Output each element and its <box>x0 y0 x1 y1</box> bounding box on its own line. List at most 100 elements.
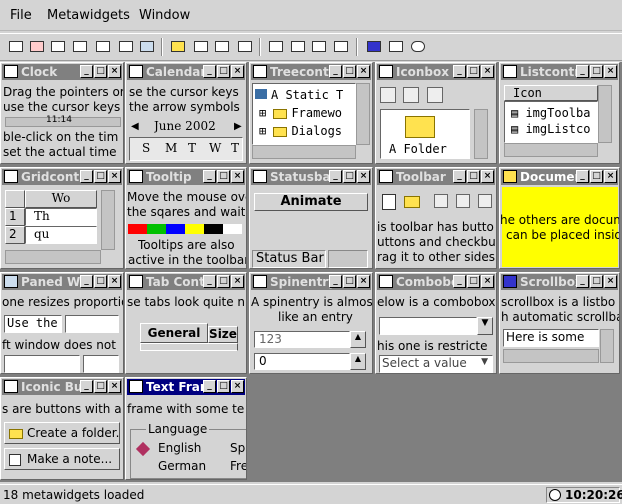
tree-horizontal-scrollbar[interactable] <box>252 145 356 159</box>
toolbar-tooltip-icon[interactable] <box>29 39 45 54</box>
iconic-button-titlebar[interactable]: Iconic Bu _ □ × <box>2 379 122 395</box>
close-button[interactable]: × <box>231 65 244 78</box>
toolbar-iconic-button-icon[interactable] <box>237 39 253 54</box>
close-button[interactable]: × <box>357 65 370 78</box>
iconbox-scrollbar[interactable] <box>474 109 488 159</box>
close-button[interactable]: × <box>108 275 121 288</box>
minimize-button[interactable]: _ <box>203 275 216 288</box>
toolbar-spinentry-icon[interactable] <box>95 39 111 54</box>
close-button[interactable]: × <box>357 170 370 183</box>
tree-item[interactable]: ⊞ Framewo <box>259 106 342 120</box>
iconbox-window[interactable]: Iconbox _ □ × A Folder <box>375 62 497 164</box>
toggle-icon[interactable] <box>456 194 470 208</box>
iconbox-view[interactable]: A Folder <box>380 109 470 159</box>
grid-cell[interactable]: qu <box>25 226 97 244</box>
tree-item[interactable]: ⊞ Dialogs <box>259 124 342 138</box>
statusbar-window[interactable]: Statusba _ □ × Animate Status Bar <box>249 167 373 269</box>
close-button[interactable]: × <box>231 380 244 393</box>
tabcontrol-titlebar[interactable]: Tab Conti _ □ × <box>127 274 245 290</box>
listcontrol-window[interactable]: Listcontro _ □ × Icon ▤ imgToolba ▤ imgL… <box>499 62 620 164</box>
listcontrol-titlebar[interactable]: Listcontro _ □ × <box>501 64 618 80</box>
maximize-button[interactable]: □ <box>590 65 603 78</box>
tooltip-color-square[interactable] <box>147 224 166 234</box>
paned-window[interactable]: Paned Wi _ □ × one resizes proportio Use… <box>0 272 124 374</box>
toolbar-toolbar-widget-icon[interactable] <box>388 39 404 54</box>
close-button[interactable]: × <box>604 275 617 288</box>
grid-column-header[interactable]: Wo <box>25 190 97 208</box>
combobox-window[interactable]: Combobo _ □ × elow is a combobox ▼ his o… <box>375 272 497 374</box>
left-pane-field[interactable] <box>4 355 80 373</box>
maximize-button[interactable]: □ <box>590 170 603 183</box>
new-document-icon[interactable] <box>382 194 396 210</box>
treecontrol-titlebar[interactable]: Treecontr _ □ × <box>251 64 371 80</box>
maximize-button[interactable]: □ <box>217 65 230 78</box>
tooltip-color-square[interactable] <box>204 224 223 234</box>
tree-vertical-scrollbar[interactable] <box>356 83 370 145</box>
open-folder-icon[interactable] <box>404 196 420 208</box>
maximize-button[interactable]: □ <box>217 275 230 288</box>
scrollbox-vertical-scrollbar[interactable] <box>600 329 614 363</box>
paned-titlebar[interactable]: Paned Wi _ □ × <box>2 274 122 290</box>
maximize-button[interactable]: □ <box>94 380 107 393</box>
tooltip-color-square[interactable] <box>223 224 242 234</box>
close-button[interactable]: × <box>108 170 121 183</box>
list-item[interactable]: ▤ imgListco <box>511 122 590 136</box>
list-horizontal-scrollbar[interactable] <box>504 143 598 157</box>
toolbar-statusbar-icon[interactable] <box>50 39 66 54</box>
minimize-button[interactable]: _ <box>203 380 216 393</box>
maximize-button[interactable]: □ <box>467 275 480 288</box>
close-button[interactable]: × <box>357 275 370 288</box>
combobox-field[interactable] <box>379 317 477 335</box>
tooltip-color-square[interactable] <box>166 224 185 234</box>
close-button[interactable]: × <box>108 380 121 393</box>
toolbar-combobox-icon[interactable] <box>72 39 88 54</box>
large-icons-view-icon[interactable] <box>380 87 396 103</box>
radio-option-german[interactable]: German <box>158 459 206 473</box>
toolbar-demo-window[interactable]: Toolbar _ □ × is toolbar has butto utton… <box>375 167 497 269</box>
tree-root-item[interactable]: A Static T <box>255 88 343 102</box>
menu-metawidgets[interactable]: Metawidgets <box>47 8 130 23</box>
toolbar-textframe-icon[interactable] <box>214 39 230 54</box>
calendar-titlebar[interactable]: Calendar _ □ × <box>127 64 245 80</box>
toggle-icon[interactable] <box>478 194 492 208</box>
tab-general[interactable]: General <box>140 323 208 343</box>
spinentry-field[interactable]: 123 <box>254 331 350 348</box>
spin-updown-icon[interactable]: ▲ <box>350 353 366 370</box>
restricted-combobox[interactable]: Select a value ▼ <box>379 355 493 373</box>
right-pane-field[interactable] <box>83 355 119 373</box>
toolbar-treecontrol-icon[interactable] <box>311 39 327 54</box>
list-item[interactable]: ▤ imgToolba <box>511 106 590 120</box>
toolbar-tabcontrol-icon[interactable] <box>333 39 349 54</box>
grid-cell[interactable]: Th <box>25 208 97 226</box>
clock-time-scale[interactable]: 11:14 <box>5 115 121 127</box>
close-button[interactable]: × <box>604 65 617 78</box>
minimize-button[interactable]: _ <box>329 275 342 288</box>
minimize-button[interactable]: _ <box>576 275 589 288</box>
textframe-titlebar[interactable]: Text Fram _ □ × <box>127 379 245 395</box>
list-view[interactable]: ▤ imgToolba ▤ imgListco <box>504 101 598 143</box>
iconic-button-window[interactable]: Iconic Bu _ □ × s are buttons with a Cre… <box>0 377 124 480</box>
next-month-arrow-icon[interactable]: ▶ <box>234 121 242 132</box>
tabcontrol-window[interactable]: Tab Conti _ □ × se tabs look quite n Gen… <box>125 272 247 374</box>
maximize-button[interactable]: □ <box>217 380 230 393</box>
tooltip-color-square[interactable] <box>128 224 147 234</box>
toolbar-demo-titlebar[interactable]: Toolbar _ □ × <box>377 169 495 185</box>
close-button[interactable]: × <box>231 275 244 288</box>
maximize-button[interactable]: □ <box>217 170 230 183</box>
spin-updown-icon[interactable]: ▲ <box>350 331 366 348</box>
tooltip-titlebar[interactable]: Tooltip _ □ × <box>127 169 245 185</box>
toolbar-clock2-icon[interactable] <box>410 39 426 54</box>
minimize-button[interactable]: _ <box>80 275 93 288</box>
toolbar-listcontrol-icon[interactable] <box>268 39 284 54</box>
toolbar-clock-icon[interactable] <box>8 39 24 54</box>
small-icons-view-icon[interactable] <box>403 87 419 103</box>
toolbar-paned-icon[interactable] <box>139 39 155 54</box>
maximize-button[interactable]: □ <box>590 275 603 288</box>
minimize-button[interactable]: _ <box>203 170 216 183</box>
maximize-button[interactable]: □ <box>94 65 107 78</box>
menu-file[interactable]: File <box>10 8 32 23</box>
list-vertical-scrollbar[interactable] <box>598 85 612 143</box>
close-button[interactable]: × <box>481 275 494 288</box>
maximize-button[interactable]: □ <box>343 170 356 183</box>
document-body[interactable]: he others are docum can be placed insid <box>500 187 619 267</box>
